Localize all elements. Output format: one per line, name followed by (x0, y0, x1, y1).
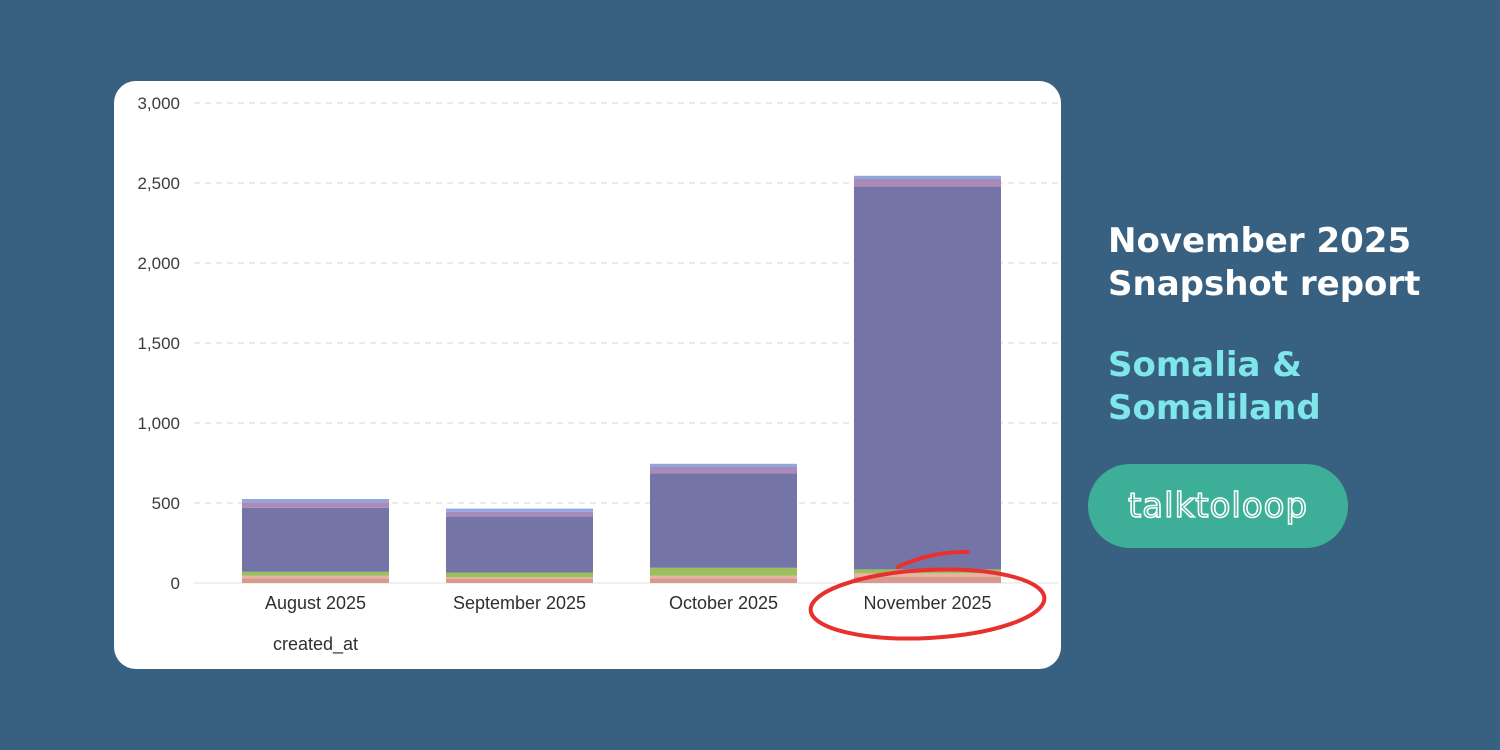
bar-segment (650, 575, 797, 579)
bar-segment (446, 572, 593, 578)
x-tick-label: November 2025 (863, 593, 991, 613)
bar-segment (446, 577, 593, 579)
y-tick-label: 2,000 (137, 254, 180, 273)
brand-logo-pill[interactable]: talktoloop (1088, 464, 1348, 548)
bar-segment (446, 508, 593, 512)
bar-segment (650, 467, 797, 474)
bar-segment (854, 175, 1001, 179)
bar-segment (242, 571, 389, 576)
y-tick-label: 1,500 (137, 334, 180, 353)
report-region-line2: Somaliland (1108, 388, 1321, 428)
y-tick-label: 2,500 (137, 174, 180, 193)
report-info: November 2025 Snapshot report Somalia & … (1108, 220, 1488, 430)
bar-segment (242, 507, 389, 572)
y-tick-label: 1,000 (137, 414, 180, 433)
bar-segment (650, 473, 797, 568)
bar-segment (650, 567, 797, 576)
bar-segment (242, 499, 389, 503)
bar-segment (854, 187, 1001, 570)
y-tick-label: 3,000 (137, 94, 180, 113)
y-tick-label: 500 (152, 494, 180, 513)
bar-segment (650, 463, 797, 467)
bar-segment (446, 511, 593, 517)
bar-segment (446, 516, 593, 573)
bar-segment (242, 578, 389, 583)
bar-segment (242, 502, 389, 508)
bar-segment (242, 575, 389, 579)
stacked-bar-chart: 0 500 1,000 1,500 2,000 2,500 3,000 August 2025… (137, 94, 1059, 655)
bar-segment (446, 579, 593, 583)
report-region: Somalia & Somaliland (1108, 344, 1488, 430)
brand-logo: talktoloop (1127, 485, 1309, 527)
report-title: November 2025 Snapshot report (1108, 220, 1488, 306)
y-tick-label: 0 (171, 574, 180, 593)
report-title-line1: November 2025 (1108, 221, 1412, 261)
bar-segment (854, 179, 1001, 187)
report-title-line2: Snapshot report (1108, 264, 1421, 304)
x-tick-label: September 2025 (453, 593, 586, 613)
x-tick-label: August 2025 (265, 593, 366, 613)
bar-segment (650, 578, 797, 583)
x-tick-label: October 2025 (669, 593, 778, 613)
x-axis-title: created_at (273, 634, 358, 655)
chart-card: 0 500 1,000 1,500 2,000 2,500 3,000 August 2025… (114, 81, 1061, 669)
report-region-line1: Somalia & (1108, 345, 1302, 385)
